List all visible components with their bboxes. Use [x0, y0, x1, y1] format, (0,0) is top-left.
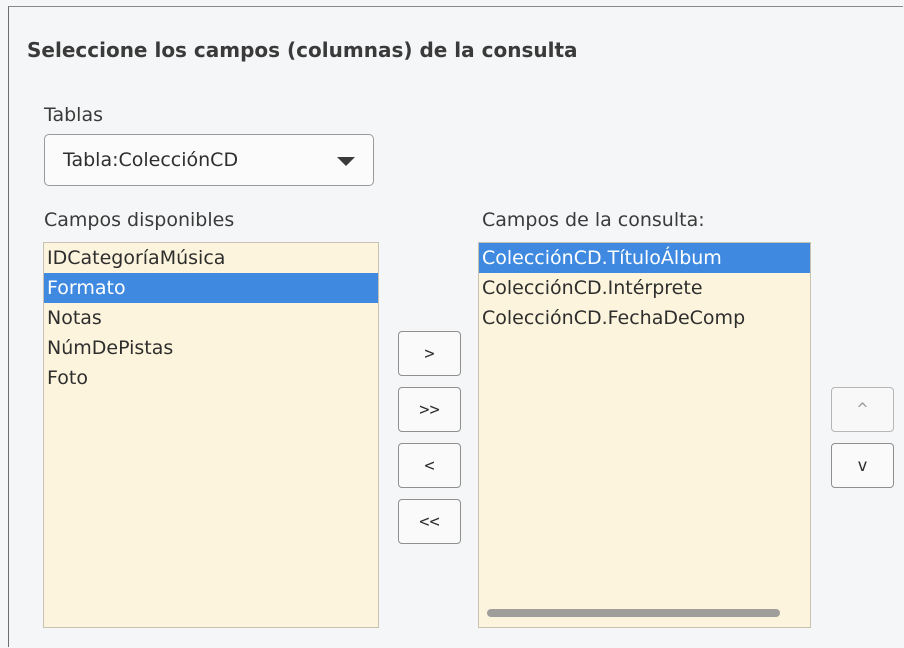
remove-field-button[interactable]: < [398, 443, 461, 488]
tables-dropdown-value: Tabla:ColecciónCD [63, 149, 239, 171]
move-down-button[interactable]: v [831, 443, 894, 488]
available-fields-list[interactable]: IDCategoríaMúsica Formato Notas NúmDePis… [43, 242, 379, 628]
chevron-down-icon [337, 157, 355, 166]
list-item[interactable]: ColecciónCD.Intérprete [479, 273, 810, 303]
list-item[interactable]: Notas [44, 303, 378, 333]
add-field-button[interactable]: > [398, 331, 461, 376]
available-fields-label: Campos disponibles [44, 209, 235, 231]
query-fields-label: Campos de la consulta: [482, 209, 705, 231]
list-item[interactable]: NúmDePistas [44, 333, 378, 363]
horizontal-scrollbar[interactable] [487, 609, 780, 617]
remove-all-fields-button[interactable]: << [398, 499, 461, 544]
page-title: Seleccione los campos (columnas) de la c… [27, 38, 578, 62]
list-item[interactable]: Formato [44, 273, 378, 303]
tables-label: Tablas [44, 104, 103, 126]
list-item[interactable]: IDCategoríaMúsica [44, 243, 378, 273]
add-all-fields-button[interactable]: >> [398, 387, 461, 432]
query-fields-list[interactable]: ColecciónCD.TítuloÁlbum ColecciónCD.Inté… [478, 242, 811, 628]
list-item[interactable]: Foto [44, 363, 378, 393]
move-up-button[interactable]: ^ [831, 387, 894, 432]
list-item[interactable]: ColecciónCD.TítuloÁlbum [479, 243, 810, 273]
list-item[interactable]: ColecciónCD.FechaDeComp [479, 303, 810, 333]
tables-dropdown[interactable]: Tabla:ColecciónCD [44, 134, 374, 186]
